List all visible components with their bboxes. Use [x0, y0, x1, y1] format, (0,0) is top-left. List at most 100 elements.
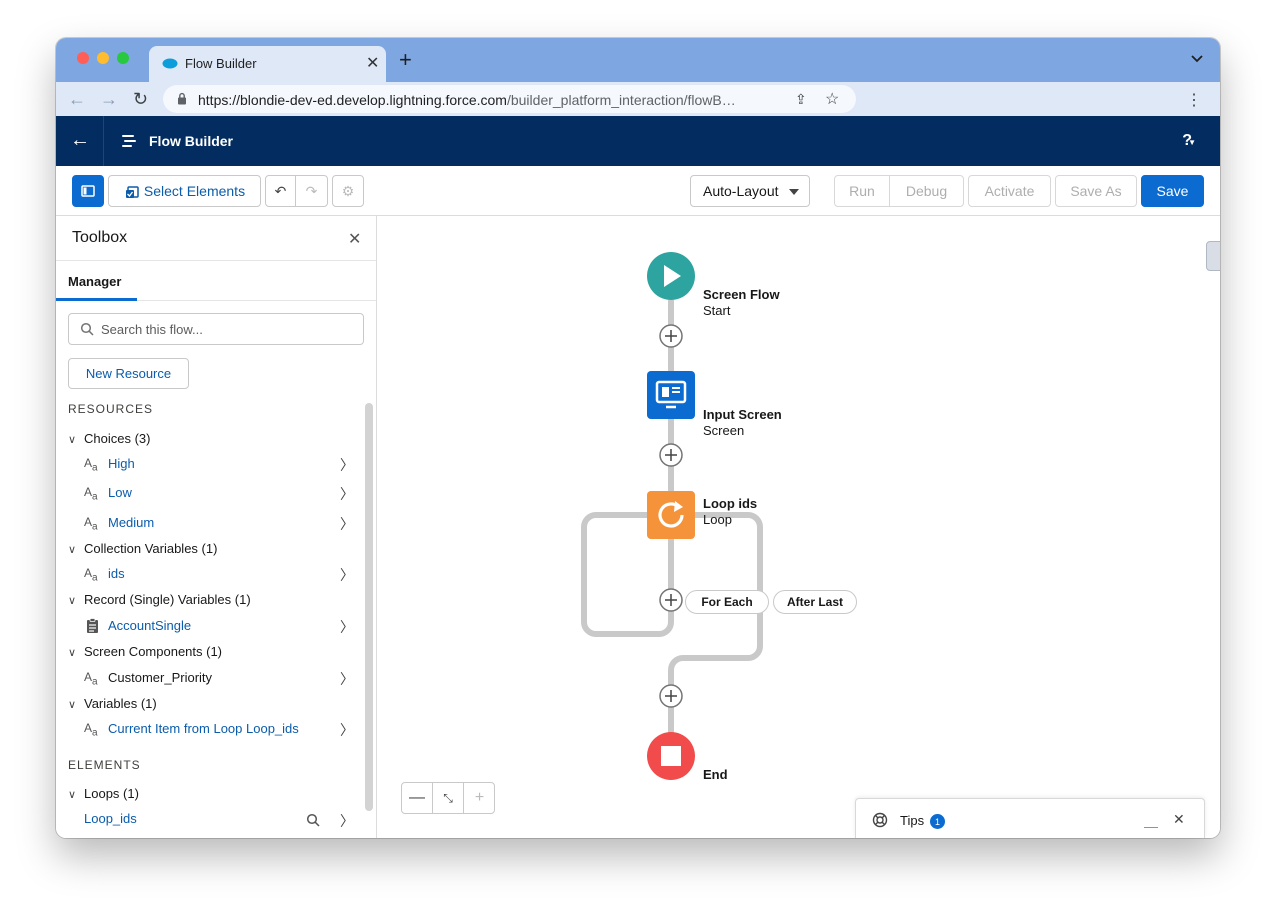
share-icon[interactable]: ⇪: [795, 91, 807, 108]
search-field: [68, 313, 364, 345]
chevron-down-icon: ∨: [68, 789, 77, 801]
url-host: https://blondie-dev-ed.develop.lightning…: [198, 92, 507, 108]
group-variables[interactable]: ∨ Variables (1): [68, 696, 157, 711]
chevron-right-icon[interactable]: 〉: [340, 565, 354, 585]
text-type-icon: Aa: [84, 670, 98, 688]
flow-icon: [122, 135, 136, 147]
back-button[interactable]: ←: [56, 116, 104, 166]
chevron-down-icon[interactable]: [1190, 52, 1204, 66]
panel-icon: [81, 185, 95, 197]
start-node[interactable]: [647, 252, 695, 300]
screen-node[interactable]: [647, 371, 695, 419]
add-element-button[interactable]: [659, 684, 683, 708]
resource-item-high[interactable]: Aa High 〉: [84, 455, 354, 475]
screen-node-subtitle: Screen: [703, 423, 745, 438]
tips-panel[interactable]: Tips 1 ＿ ✕: [855, 798, 1205, 838]
debug-button[interactable]: Debug: [889, 175, 964, 207]
resource-item-current-item[interactable]: Aa Current Item from Loop Loop_ids 〉: [84, 720, 354, 740]
group-record-variables[interactable]: ∨ Record (Single) Variables (1): [68, 592, 251, 607]
minimize-icon[interactable]: ＿: [1144, 811, 1158, 831]
run-button[interactable]: Run: [834, 175, 890, 207]
resource-item-accountsingle[interactable]: AccountSingle 〉: [84, 617, 354, 637]
chevron-right-icon[interactable]: 〉: [340, 811, 354, 831]
browser-menu-icon[interactable]: ⋮: [1186, 90, 1202, 110]
start-node-subtitle: Start: [703, 303, 731, 318]
bookmark-star-icon[interactable]: ☆: [825, 89, 839, 109]
redo-button[interactable]: ↷: [295, 175, 328, 207]
resource-item-customer-priority[interactable]: Aa Customer_Priority 〉: [84, 669, 354, 689]
tab-close-icon[interactable]: ✕: [366, 53, 379, 73]
select-elements-label: Select Elements: [143, 183, 246, 199]
add-element-button[interactable]: [659, 324, 683, 348]
select-elements-button[interactable]: Select Elements: [108, 175, 261, 207]
window-close-button[interactable]: [77, 52, 89, 64]
lifebuoy-icon: [872, 812, 888, 828]
add-element-button[interactable]: [659, 588, 683, 612]
undo-button[interactable]: ↶: [265, 175, 296, 207]
search-icon[interactable]: [306, 813, 320, 827]
zoom-in-button[interactable]: +: [464, 783, 495, 813]
resource-item-medium[interactable]: Aa Medium 〉: [84, 514, 354, 534]
chevron-right-icon[interactable]: 〉: [340, 455, 354, 475]
end-node[interactable]: [647, 732, 695, 780]
save-button[interactable]: Save: [1141, 175, 1204, 207]
chevron-right-icon[interactable]: 〉: [340, 720, 354, 740]
add-element-button[interactable]: [659, 443, 683, 467]
resources-heading: RESOURCES: [68, 402, 154, 416]
new-resource-button[interactable]: New Resource: [68, 358, 189, 389]
toolbox-scrollbar[interactable]: [365, 403, 373, 811]
app-header: ← Flow Builder ? ▼: [56, 116, 1220, 166]
new-tab-button[interactable]: +: [399, 47, 412, 73]
browser-address-bar: ← → ↻ https://blondie-dev-ed.develop.lig…: [56, 82, 1220, 116]
back-arrow-icon[interactable]: ←: [68, 89, 86, 110]
fit-view-button[interactable]: ⤡: [433, 783, 464, 813]
layout-label: Auto-Layout: [703, 183, 779, 199]
loop-node[interactable]: [647, 491, 695, 539]
layout-select[interactable]: Auto-Layout: [690, 175, 810, 207]
settings-button[interactable]: ⚙: [332, 175, 364, 207]
activate-button[interactable]: Activate: [968, 175, 1051, 207]
loop-node-subtitle: Loop: [703, 512, 732, 527]
forward-arrow-icon[interactable]: →: [100, 89, 118, 110]
resource-item-low[interactable]: Aa Low 〉: [84, 484, 354, 504]
toggle-toolbox-button[interactable]: [72, 175, 104, 207]
salesforce-cloud-icon: [162, 58, 178, 69]
close-icon[interactable]: ✕: [348, 229, 361, 249]
chevron-right-icon[interactable]: 〉: [340, 669, 354, 689]
reload-icon[interactable]: ↻: [133, 89, 148, 110]
window-minimize-button[interactable]: [97, 52, 109, 64]
browser-tab[interactable]: Flow Builder ✕: [149, 46, 386, 82]
text-type-icon: Aa: [84, 566, 98, 584]
group-choices[interactable]: ∨ Choices (3): [68, 431, 150, 446]
stop-icon: [661, 746, 681, 766]
url-field[interactable]: https://blondie-dev-ed.develop.lightning…: [163, 85, 856, 113]
text-type-icon: Aa: [84, 485, 98, 503]
element-item-loop-ids[interactable]: Loop_ids 〉: [84, 811, 354, 831]
zoom-out-button[interactable]: —: [402, 783, 433, 813]
end-node-label: End: [703, 767, 728, 783]
flow-canvas[interactable]: Screen Flow Start Input Screen Screen Lo…: [378, 216, 1220, 838]
window-zoom-button[interactable]: [117, 52, 129, 64]
resource-item-ids[interactable]: Aa ids 〉: [84, 565, 354, 585]
chevron-right-icon[interactable]: 〉: [340, 617, 354, 637]
loop-node-title: Loop ids: [703, 496, 758, 511]
lock-icon: [178, 92, 186, 105]
after-last-connector: [668, 512, 763, 736]
chevron-right-icon[interactable]: 〉: [340, 484, 354, 504]
gear-icon: ⚙: [341, 182, 355, 199]
group-collection-variables[interactable]: ∨ Collection Variables (1): [68, 541, 217, 556]
group-screen-components-label: Screen Components (1): [84, 644, 223, 659]
close-icon[interactable]: ✕: [1173, 811, 1185, 828]
help-caret-icon[interactable]: ▼: [1188, 138, 1196, 147]
tab-manager-label: Manager: [68, 274, 122, 289]
group-screen-components[interactable]: ∨ Screen Components (1): [68, 644, 222, 659]
resource-label: ids: [108, 566, 125, 581]
group-loops[interactable]: ∨ Loops (1): [68, 786, 139, 801]
toolbox-title: Toolbox: [72, 229, 128, 246]
tab-manager[interactable]: Manager: [56, 261, 137, 301]
chevron-right-icon[interactable]: 〉: [340, 514, 354, 534]
search-input[interactable]: [101, 320, 351, 338]
save-as-button[interactable]: Save As: [1055, 175, 1137, 207]
panel-expand-handle[interactable]: [1206, 241, 1220, 271]
chevron-down-icon: ∨: [68, 699, 77, 711]
